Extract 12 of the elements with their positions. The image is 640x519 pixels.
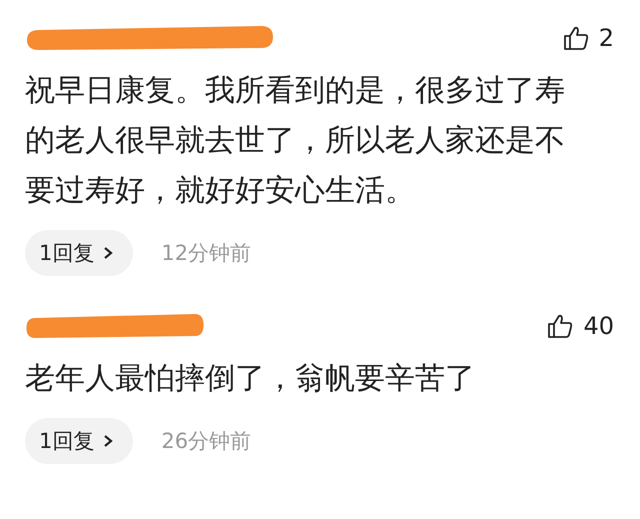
replies-button[interactable]: 1回复 <box>25 230 134 276</box>
comment-time: 12分钟前 <box>161 240 252 267</box>
comment-time: 26分钟前 <box>161 428 252 455</box>
replies-button[interactable]: 1回复 <box>25 418 134 464</box>
chevron-icon <box>103 434 114 448</box>
comment-text: 祝早日康复。我所看到的是，很多过了寿的老人很早就去世了，所以老人家还是不要过寿好，就好好安心生活。 <box>25 72 566 210</box>
comment-text: 老年人最怕摔倒了，翁帆要辛苦了 <box>25 360 476 398</box>
like-count: 40 <box>583 312 614 340</box>
thumbs-up-icon[interactable] <box>547 313 574 339</box>
thumbs-up-icon[interactable] <box>562 25 589 51</box>
chevron-icon <box>103 246 114 260</box>
like-count: 2 <box>598 24 614 52</box>
